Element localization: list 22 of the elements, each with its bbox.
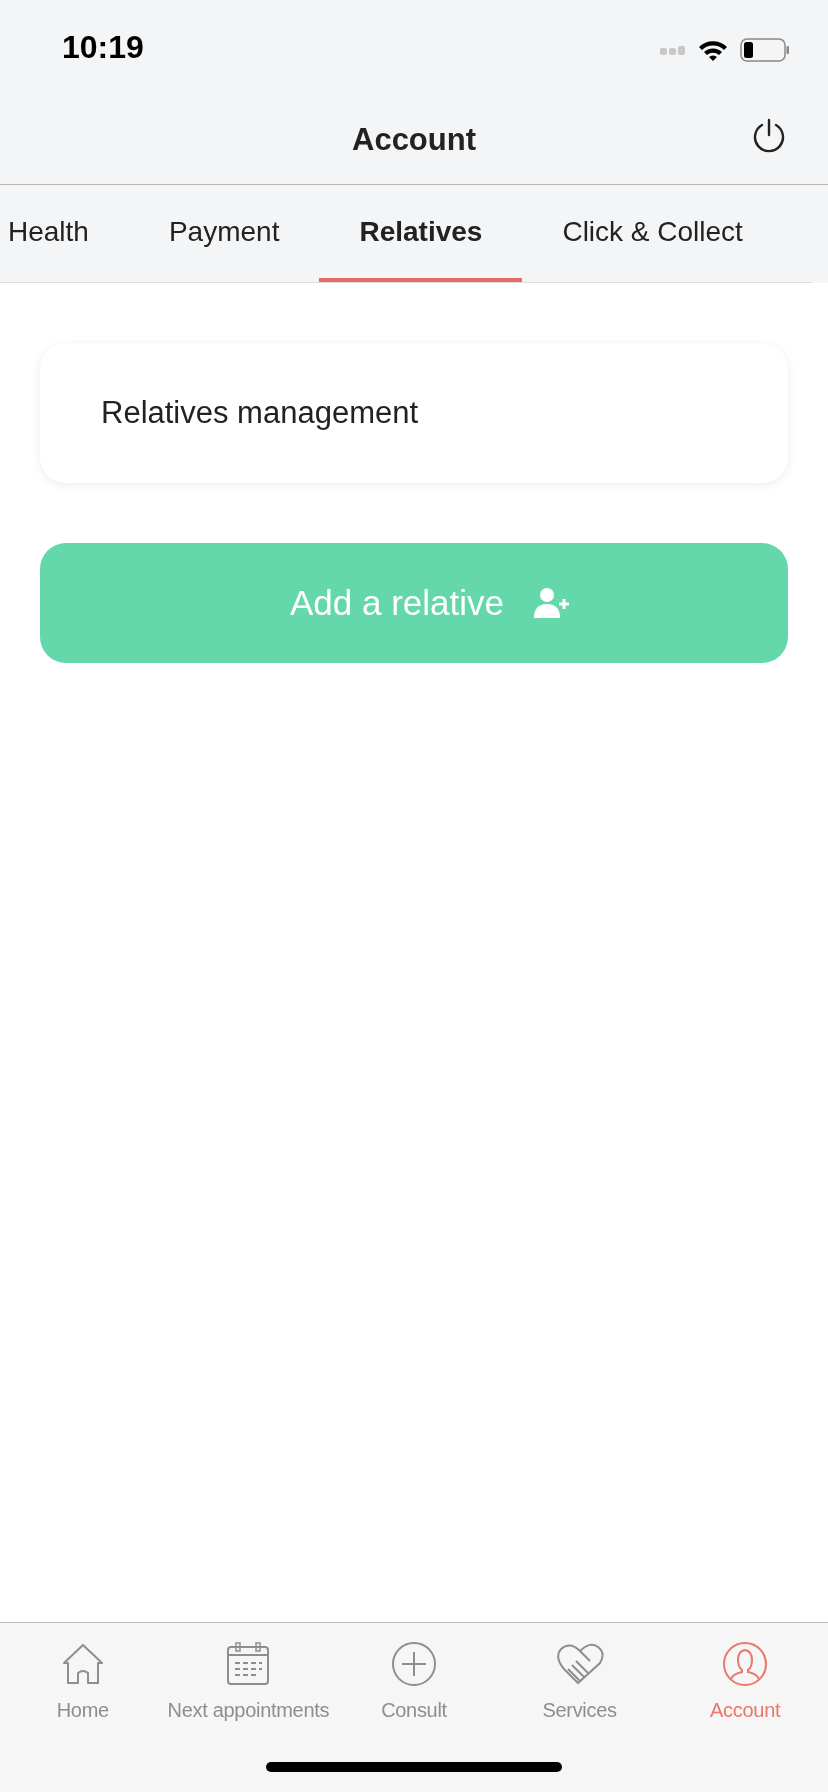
account-icon [722,1641,769,1687]
relatives-management-card[interactable]: Relatives management [40,343,788,483]
tab[interactable]: Click & Collect [522,185,783,282]
wifi-icon [698,38,728,61]
tab[interactable]: Payment [128,185,320,282]
nav-tab[interactable]: Services [496,1641,663,1722]
signal-icon [660,44,686,55]
nav-tab[interactable]: Next appointments [165,1641,332,1722]
plus-circle-icon [391,1641,437,1687]
page-title: Account [352,121,476,158]
battery-icon [740,37,790,62]
nav-tab[interactable]: Consult [331,1641,497,1722]
add-relative-button[interactable]: Add a relative [40,543,788,663]
nav-tab[interactable]: Account [662,1641,828,1722]
card-title: Relatives management [101,395,419,431]
calendar-icon [225,1641,272,1687]
add-person-icon [534,587,572,619]
status-time: 10:19 [62,29,144,66]
tab[interactable]: Relatives [319,185,523,282]
handshake-icon [555,1641,604,1687]
nav-tab[interactable]: Home [0,1641,166,1722]
tab[interactable]: Health [0,185,129,282]
